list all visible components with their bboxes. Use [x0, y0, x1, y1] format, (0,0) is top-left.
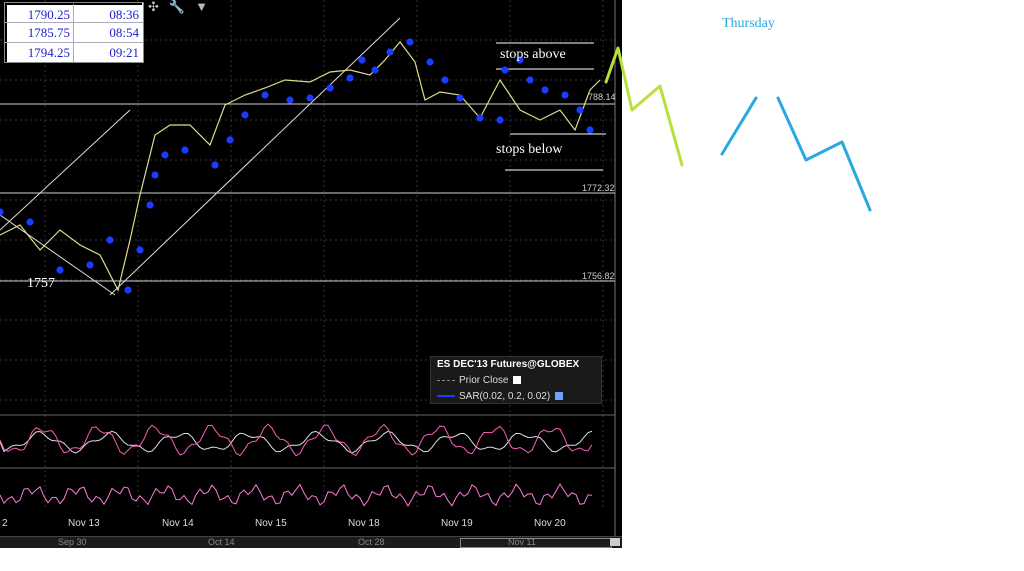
channel-line [109, 17, 401, 296]
sar-dot [56, 266, 64, 274]
quote-time: 08:54 [109, 25, 139, 40]
sar-dot [226, 136, 234, 144]
scroll-date-label: Oct 14 [208, 537, 235, 547]
x-tick-label: Nov 13 [68, 518, 100, 529]
sar-dot [526, 76, 534, 84]
sar-dot [561, 91, 569, 99]
quote-price: 1790.25 [5, 3, 74, 22]
time-scrollbar[interactable]: Sep 30 Oct 14 Oct 28 Nov 11 [0, 536, 622, 548]
chart-legend[interactable]: ES DEC'13 Futures@GLOBEX Prior Close SAR… [430, 356, 602, 404]
projection-path-blue [720, 96, 758, 156]
legend-title: ES DEC'13 Futures@GLOBEX [437, 359, 580, 370]
price-level-label: 1756.82 [582, 271, 615, 281]
sar-dot [161, 151, 169, 159]
x-tick-label: Nov 20 [534, 518, 566, 529]
checkbox-icon[interactable] [555, 392, 564, 400]
sar-dot [456, 94, 464, 102]
scroll-date-label: Sep 30 [58, 537, 87, 547]
x-tick-label: Nov 19 [441, 518, 473, 529]
legend-label: SAR(0.02, 0.2, 0.02) [459, 390, 551, 402]
sar-dot [496, 116, 504, 124]
sar-dot [261, 91, 269, 99]
wrench-icon[interactable]: 🔧 [169, 0, 185, 14]
legend-swatch [437, 379, 455, 381]
oscillator-line [0, 423, 593, 457]
sar-dot [181, 146, 189, 154]
price-level-label: 1772.32 [582, 183, 615, 193]
quote-row[interactable]: 1785.75 08:54 [5, 23, 143, 43]
sar-dot [441, 76, 449, 84]
stops-above-label: stops above [500, 47, 566, 62]
chart-toolbar: ✣ 🔧 ▼ [148, 0, 208, 14]
thursday-label: Thursday [722, 16, 775, 31]
x-tick-label: 2 [2, 518, 8, 529]
sar-dot [146, 201, 154, 209]
chart-panel[interactable]: 1790.25 08:36 1785.75 08:54 1794.25 09:2… [0, 0, 622, 548]
sar-dot [151, 171, 159, 179]
sar-dot [0, 208, 4, 216]
sar-dot [286, 96, 294, 104]
sar-dot [426, 58, 434, 66]
oscillator-line [0, 483, 593, 507]
sar-dot [586, 126, 594, 134]
checkbox-icon[interactable] [513, 376, 522, 384]
quote-box: 1790.25 08:36 1785.75 08:54 1794.25 09:2… [4, 2, 144, 63]
sar-dot [541, 86, 549, 94]
stops-below-label: stops below [496, 142, 563, 157]
scroll-thumb[interactable] [460, 538, 612, 548]
sar-dot [124, 286, 132, 294]
legend-row-prior-close[interactable]: Prior Close [431, 372, 601, 388]
sar-dot [106, 236, 114, 244]
level-1757-label: 1757 [27, 276, 55, 291]
quote-row[interactable]: 1794.25 09:21 [5, 43, 143, 62]
quote-price: 1785.75 [5, 23, 74, 42]
sar-dot [211, 161, 219, 169]
quote-time: 08:36 [74, 3, 142, 22]
sar-dot [406, 38, 414, 46]
x-tick-label: Nov 14 [162, 518, 194, 529]
sar-dot [326, 84, 334, 92]
projection-path-blue [776, 96, 872, 212]
sar-dot [371, 66, 379, 74]
sar-dot [576, 106, 584, 114]
quote-row[interactable]: 1790.25 08:36 [5, 3, 143, 23]
x-tick-label: Nov 15 [255, 518, 287, 529]
channel-line [0, 109, 131, 231]
scroll-right-arrow-icon[interactable] [610, 538, 620, 546]
x-tick-label: Nov 18 [348, 518, 380, 529]
sar-dot [346, 74, 354, 82]
legend-label: Prior Close [459, 374, 509, 386]
dropdown-icon[interactable]: ▼ [195, 0, 208, 14]
price-level-label: 788.14 [588, 92, 616, 102]
legend-swatch [437, 395, 455, 397]
crosshair-icon[interactable]: ✣ [148, 0, 159, 14]
quote-price: 1794.25 [5, 43, 74, 62]
sar-dot [26, 218, 34, 226]
quote-time: 09:21 [109, 45, 139, 60]
sar-dot [476, 114, 484, 122]
price-chart [0, 0, 616, 548]
sar-dot [501, 66, 509, 74]
sar-dot [241, 111, 249, 119]
sar-dot [386, 48, 394, 56]
sar-dot [136, 246, 144, 254]
legend-row-sar[interactable]: SAR(0.02, 0.2, 0.02) [431, 388, 601, 404]
sar-dot [306, 94, 314, 102]
scroll-date-label: Oct 28 [358, 537, 385, 547]
sar-dot [86, 261, 94, 269]
sar-dot [358, 56, 366, 64]
